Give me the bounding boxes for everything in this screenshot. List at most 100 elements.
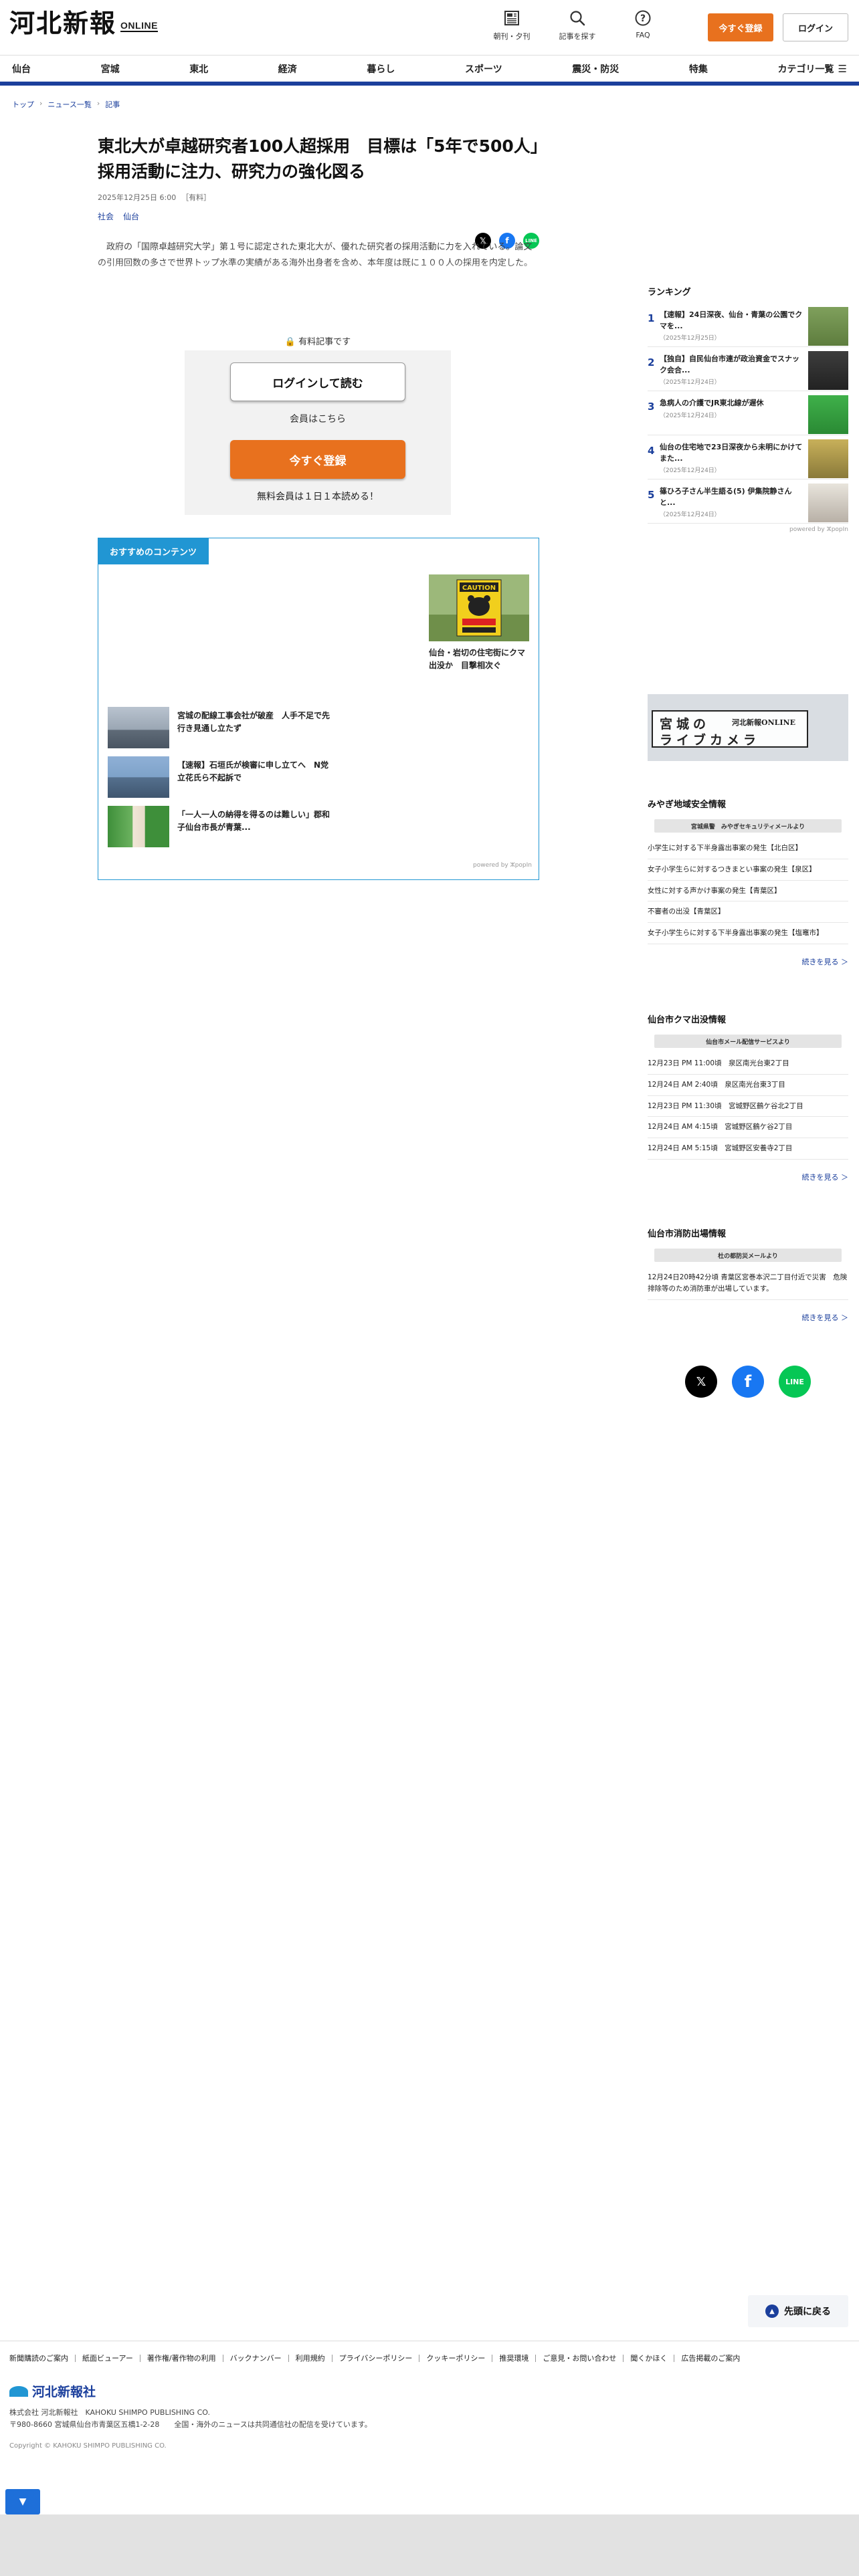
faq-label: FAQ bbox=[636, 31, 650, 39]
newspaper-label: 朝刊・夕刊 bbox=[493, 32, 531, 41]
ranking-text: 仙台の住宅地で23日深夜から未明にかけてまた... （2025年12月24日） bbox=[660, 439, 808, 474]
footer-link[interactable]: 推奨環境 bbox=[492, 2355, 535, 2362]
footer-link[interactable]: 広告掲載のご案内 bbox=[674, 2355, 747, 2362]
fire-more-link[interactable]: 続きを見る ＞ bbox=[648, 1312, 849, 1323]
recommend-feature-caption: 仙台・岩切の住宅街にクマ出没か 目撃相次ぐ bbox=[429, 648, 526, 671]
site-logo[interactable]: 河北新報 ONLINE bbox=[9, 11, 158, 36]
faq-link[interactable]: ? FAQ bbox=[621, 9, 665, 41]
x-icon[interactable]: 𝕏 bbox=[685, 1366, 717, 1398]
paywall-login-button[interactable]: ログインして読む bbox=[230, 362, 405, 401]
footer-link[interactable]: プライバシーポリシー bbox=[331, 2355, 419, 2362]
ranking-thumbnail bbox=[808, 439, 848, 478]
tag-sendai[interactable]: 仙台 bbox=[123, 211, 139, 222]
list-item[interactable]: 12月24日 AM 5:15頃 宮城野区安養寺2丁目 bbox=[648, 1138, 848, 1160]
footer-link[interactable]: 利用規約 bbox=[288, 2355, 332, 2362]
site-header: 河北新報 ONLINE 朝刊・夕刊 記事を探す ? FAQ 今すぐ登録 ログイン bbox=[0, 0, 859, 55]
list-item[interactable]: 12月23日 PM 11:30頃 宮城野区鶴ケ谷北2丁目 bbox=[648, 1096, 848, 1117]
nav-miyagi[interactable]: 宮城 bbox=[101, 62, 120, 76]
menu-icon: ☰ bbox=[838, 62, 847, 75]
back-to-top-label: 先頭に戻る bbox=[784, 2306, 831, 2317]
nav-categories[interactable]: カテゴリ一覧 ☰ bbox=[777, 62, 846, 76]
ranking-item[interactable]: 1 【速報】24日深夜、仙台・青葉の公園でクマを... （2025年12月25日） bbox=[648, 307, 848, 347]
bear-more-link[interactable]: 続きを見る ＞ bbox=[648, 1172, 849, 1182]
facebook-icon[interactable]: f bbox=[732, 1366, 764, 1398]
list-item[interactable]: 12月24日 AM 4:15頃 宮城野区鶴ケ谷2丁目 bbox=[648, 1117, 848, 1139]
nav-economy[interactable]: 経済 bbox=[278, 62, 297, 76]
footer-link[interactable]: 新聞購読のご案内 bbox=[9, 2355, 75, 2362]
nav-feature[interactable]: 特集 bbox=[689, 62, 708, 76]
city-skyline-image bbox=[108, 707, 169, 748]
newspaper-link[interactable]: 朝刊・夕刊 bbox=[490, 9, 534, 41]
tag-society[interactable]: 社会 bbox=[98, 211, 114, 222]
breadcrumb-separator: › bbox=[39, 99, 43, 108]
list-item[interactable]: 「一人一人の納得を得るのは難しい」郡和子仙台市長が青葉... bbox=[108, 806, 335, 847]
main-nav: 仙台 宮城 東北 経済 暮らし スポーツ 震災・防災 特集 カテゴリ一覧 ☰ bbox=[0, 55, 859, 86]
breadcrumb-top[interactable]: トップ bbox=[12, 99, 34, 110]
list-item[interactable]: 【速報】石垣氏が検審に申し立てへ N党立花氏ら不起訴で bbox=[108, 756, 335, 798]
nav-sendai[interactable]: 仙台 bbox=[12, 62, 31, 76]
list-item[interactable]: 12月24日 AM 2:40頃 泉区南光台東3丁目 bbox=[648, 1075, 848, 1096]
nav-sports[interactable]: スポーツ bbox=[465, 62, 502, 76]
livecam-logo: 河北新報ONLINE bbox=[732, 718, 795, 727]
bear-list: 12月23日 PM 11:00頃 泉区南光台東2丁目 12月24日 AM 2:4… bbox=[648, 1053, 848, 1160]
paywall-label: 🔒 有料記事です bbox=[185, 334, 451, 347]
search-icon bbox=[570, 11, 585, 26]
footer-toggle-button[interactable]: ▼ bbox=[5, 2489, 40, 2514]
footer-link[interactable]: ご意見・お問い合わせ bbox=[535, 2355, 623, 2362]
recommend-feature[interactable]: CAUTION 仙台・岩切の住宅街にクマ出没か 目撃相次ぐ bbox=[429, 574, 529, 672]
company-address: 〒980-8660 宮城県仙台市青葉区五橋1-2-28 全国・海外のニュースは共… bbox=[9, 2420, 372, 2429]
breadcrumb-news[interactable]: ニュース一覧 bbox=[47, 99, 91, 110]
fire-source: 杜の都防災メールより bbox=[654, 1249, 842, 1262]
ranking-text: 急病人の介護でJR東北線が遅休 （2025年12月24日） bbox=[660, 395, 808, 419]
login-button[interactable]: ログイン bbox=[783, 13, 848, 41]
footer-link[interactable]: 紙面ビューアー bbox=[75, 2355, 140, 2362]
list-item[interactable]: 女子小学生らに対するつきまとい事案の発生【泉区】 bbox=[648, 859, 848, 881]
list-item[interactable]: 12月23日 PM 11:00頃 泉区南光台東2丁目 bbox=[648, 1053, 848, 1075]
register-button[interactable]: 今すぐ登録 bbox=[708, 13, 773, 41]
footer-link[interactable]: 著作権/著作物の利用 bbox=[139, 2355, 223, 2362]
company-name: 株式会社 河北新報社 KAHOKU SHIMPO PUBLISHING CO. bbox=[9, 2408, 210, 2417]
list-item[interactable]: 宮城の配線工事会社が破産 人手不足で先行き見通し立たず bbox=[108, 707, 335, 748]
breadcrumb-separator: › bbox=[96, 99, 100, 108]
ranking-item[interactable]: 3 急病人の介護でJR東北線が遅休 （2025年12月24日） bbox=[648, 395, 848, 435]
list-item[interactable]: 不審者の出没【青葉区】 bbox=[648, 901, 848, 924]
livecam-banner[interactable]: 宮城の 河北新報ONLINE ライブカメラ bbox=[648, 694, 848, 761]
ranking-powered: powered by ⵣpopIn bbox=[789, 526, 848, 533]
footer-link[interactable]: 聞くかほく bbox=[623, 2355, 674, 2362]
logo-sub: ONLINE bbox=[120, 20, 158, 32]
paywall-register-button[interactable]: 今すぐ登録 bbox=[230, 440, 405, 479]
ranking-item-title: 篠ひろ子さん半生語る(5) 伊集院静さんと... bbox=[660, 487, 792, 507]
safety-more-link[interactable]: 続きを見る ＞ bbox=[648, 956, 849, 967]
footer-link[interactable]: クッキーポリシー bbox=[419, 2355, 492, 2362]
article-lead: 政府の「国際卓越研究大学」第１号に認定された東北大が、優れた研究者の採用活動に力… bbox=[98, 239, 539, 288]
nav-disaster[interactable]: 震災・防災 bbox=[572, 62, 619, 76]
fire-section: 仙台市消防出場情報 杜の都防災メールより 12月24日20時42分頃 青葉区宮巻… bbox=[648, 1226, 848, 1323]
nav-life[interactable]: 暮らし bbox=[367, 62, 395, 76]
mayor-photo-image bbox=[108, 806, 169, 847]
line-icon[interactable]: LINE bbox=[779, 1366, 811, 1398]
bottom-ad-area bbox=[0, 2514, 859, 2576]
ranking-item[interactable]: 5 篠ひろ子さん半生語る(5) 伊集院静さんと... （2025年12月24日） bbox=[648, 484, 848, 524]
ranking-item[interactable]: 2 【独自】自民仙台市連が政治資金でスナック会合... （2025年12月24日） bbox=[648, 351, 848, 391]
article-date: 2025年12月25日 6:00 bbox=[98, 193, 177, 202]
ranking-item[interactable]: 4 仙台の住宅地で23日深夜から未明にかけてまた... （2025年12月24日） bbox=[648, 439, 848, 479]
site-footer: 新聞購読のご案内 紙面ビューアー 著作権/著作物の利用 バックナンバー 利用規約… bbox=[0, 2341, 859, 2514]
search-link[interactable]: 記事を探す bbox=[555, 9, 599, 41]
ranking-number: 3 bbox=[648, 401, 655, 413]
nav-tohoku[interactable]: 東北 bbox=[189, 62, 208, 76]
ranking-item-date: （2025年12月24日） bbox=[660, 467, 721, 474]
paywall: 🔒 有料記事です ログインして読む 会員はこちら 今すぐ登録 無料会員は１日１本読… bbox=[185, 337, 451, 515]
list-item[interactable]: 女性に対する声かけ事案の発生【青葉区】 bbox=[648, 881, 848, 902]
logo-text: 河北新報 bbox=[9, 8, 117, 38]
article: 東北大が卓越研究者100人超採用 目標は「5年で500人」 採用活動に注力、研究… bbox=[98, 134, 556, 288]
article-title: 東北大が卓越研究者100人超採用 目標は「5年で500人」 採用活動に注力、研究… bbox=[98, 136, 556, 181]
fire-list: 12月24日20時42分頃 青葉区宮巻本沢二丁目付近で災害 危険排除等のため消防… bbox=[648, 1267, 848, 1300]
list-item[interactable]: 女子小学生らに対する下半身露出事案の発生【塩竈市】 bbox=[648, 923, 848, 944]
list-item[interactable]: 小学生に対する下半身露出事案の発生【北白区】 bbox=[648, 838, 848, 859]
footer-logo-text: 河北新報社 bbox=[32, 2385, 96, 2399]
back-to-top-button[interactable]: ▲ 先頭に戻る bbox=[748, 2295, 848, 2327]
footer-link[interactable]: バックナンバー bbox=[222, 2355, 288, 2362]
ranking-thumbnail bbox=[808, 395, 848, 434]
list-item[interactable]: 12月24日20時42分頃 青葉区宮巻本沢二丁目付近で災害 危険排除等のため消防… bbox=[648, 1267, 848, 1300]
city-view-image bbox=[108, 756, 169, 798]
